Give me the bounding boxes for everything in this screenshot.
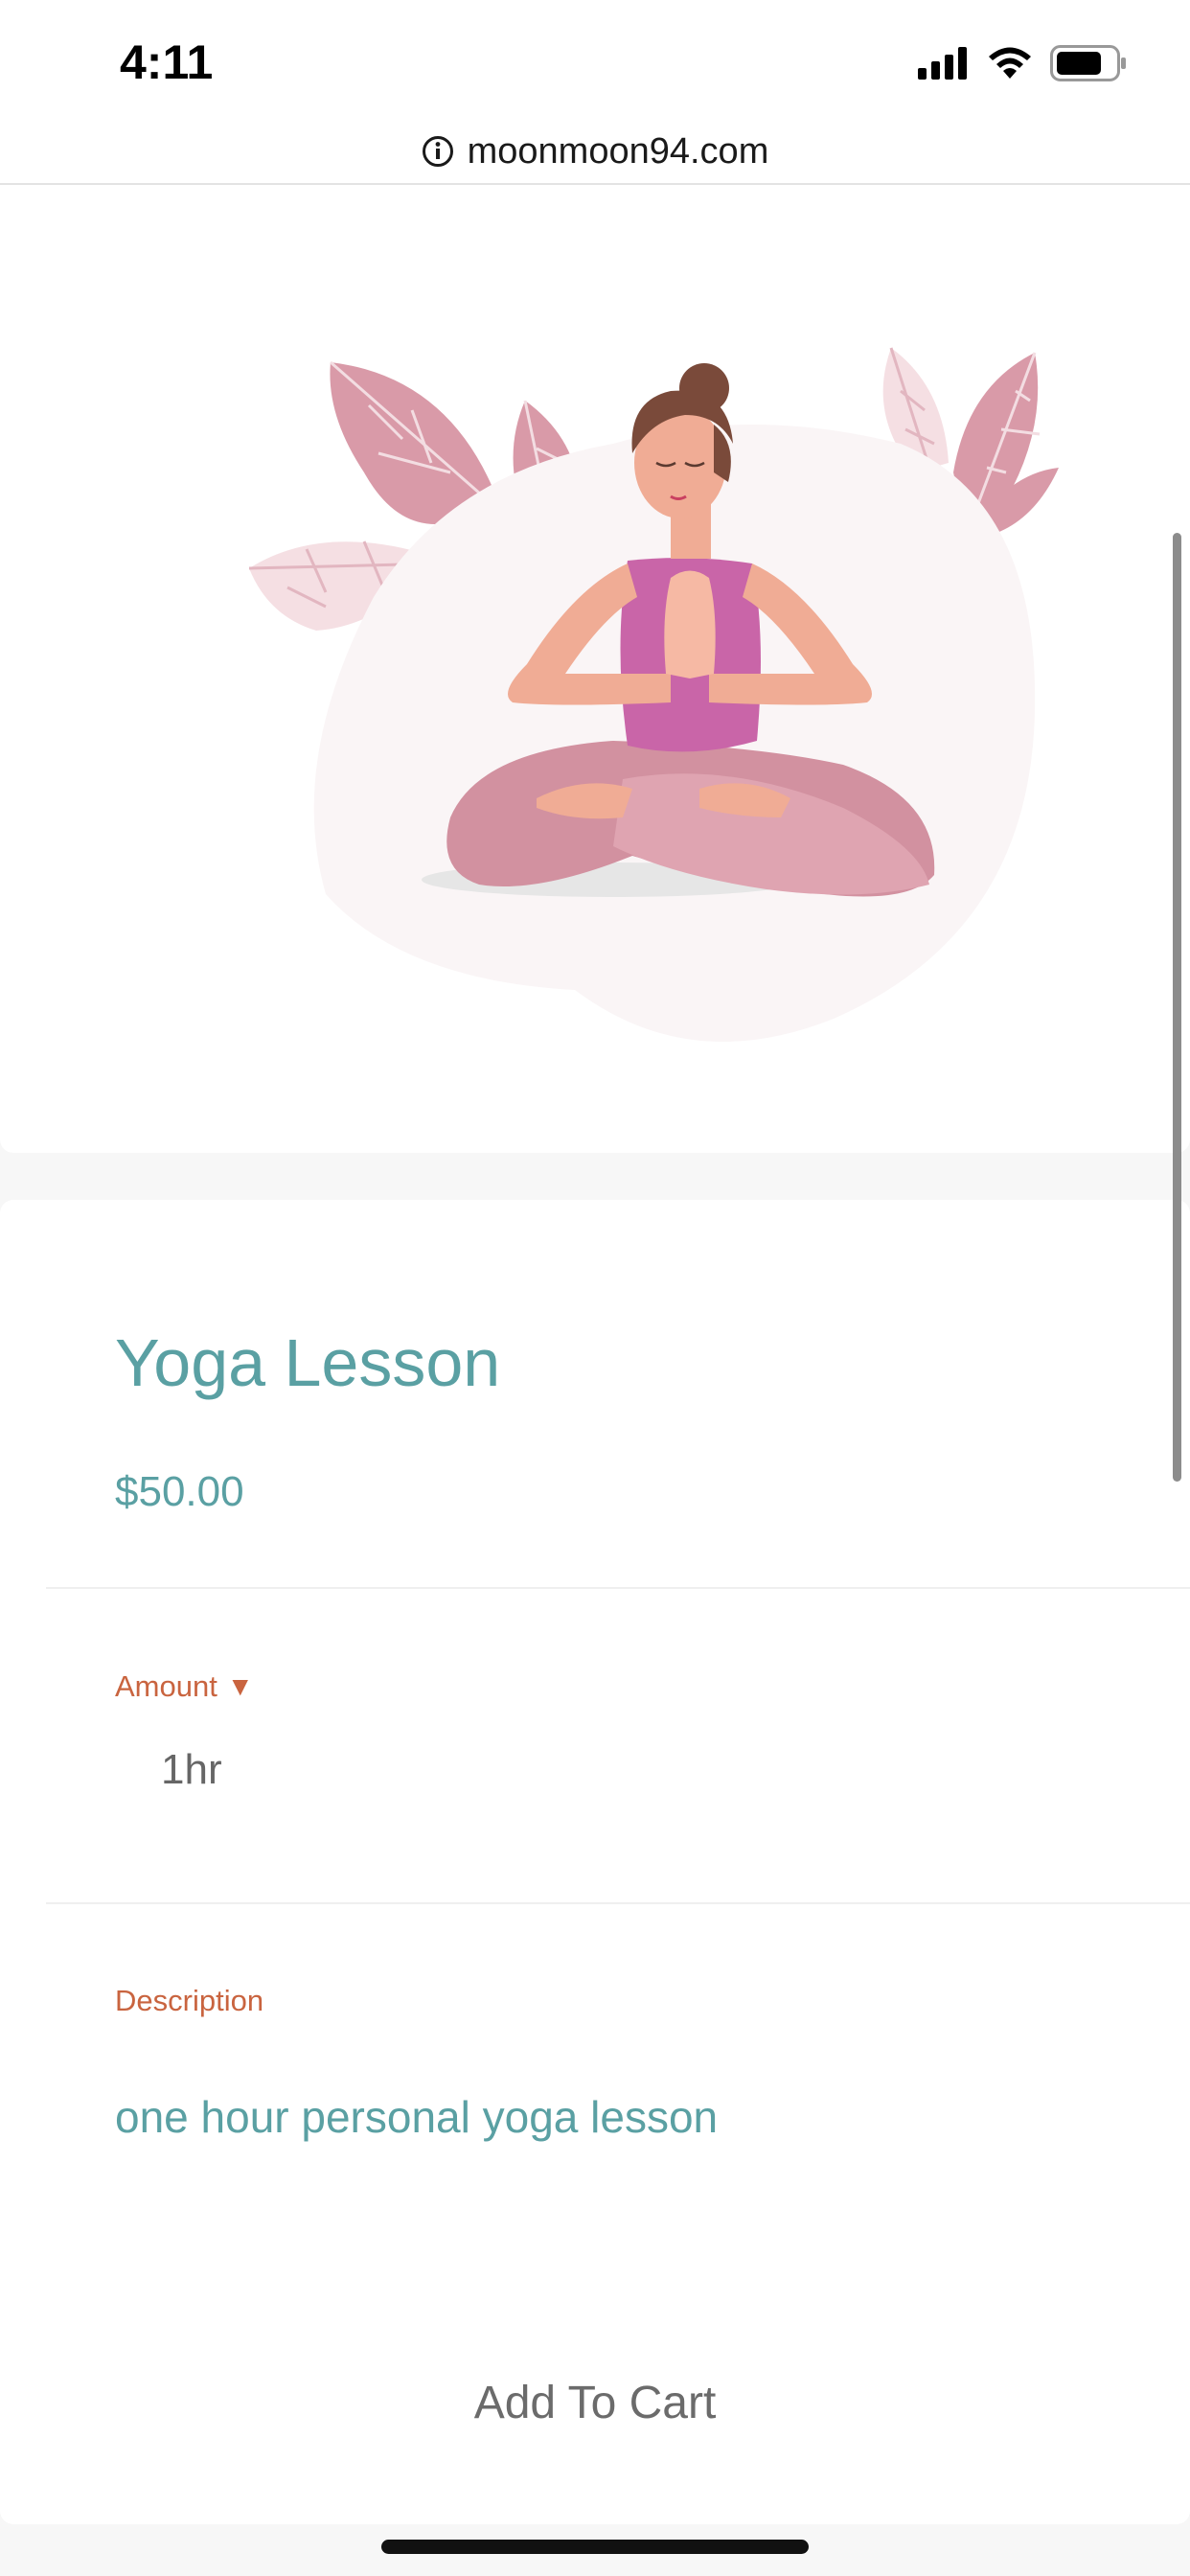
description-label: Description	[115, 1984, 264, 2017]
description-text: one hour personal yoga lesson	[115, 2092, 719, 2142]
address-bar[interactable]: moonmoon94.com	[0, 120, 1190, 185]
status-icons	[918, 44, 1127, 82]
info-icon[interactable]	[422, 135, 454, 168]
home-indicator[interactable]	[381, 2540, 809, 2554]
status-time: 4:11	[120, 35, 214, 89]
status-bar: 4:11	[0, 0, 1190, 120]
page: 4:11 moonmoon94.com Yoga Lesson $50.00 A…	[0, 0, 1190, 2576]
amount-selected-value[interactable]: 1hr	[161, 1746, 222, 1794]
yoga-woman-illustration	[248, 347, 1059, 1042]
scrollbar[interactable]	[1173, 533, 1181, 1482]
wifi-icon	[989, 47, 1031, 79]
add-to-cart-button[interactable]: Add To Cart	[0, 2355, 1190, 2450]
amount-dropdown[interactable]: Amount ▼	[115, 1669, 254, 1704]
product-image-card	[0, 185, 1190, 1153]
cellular-signal-icon	[918, 47, 967, 80]
divider	[46, 1587, 1190, 1589]
dropdown-arrow-icon[interactable]: ▼	[227, 1671, 254, 1702]
amount-label: Amount	[115, 1669, 217, 1703]
product-details-card: Yoga Lesson $50.00 Amount ▼ 1hr Descript…	[0, 1200, 1190, 2524]
url-text[interactable]: moonmoon94.com	[468, 131, 769, 172]
battery-icon	[1050, 45, 1126, 81]
divider	[46, 1902, 1190, 1904]
product-price: $50.00	[115, 1468, 244, 1515]
product-title: Yoga Lesson	[115, 1325, 501, 1400]
